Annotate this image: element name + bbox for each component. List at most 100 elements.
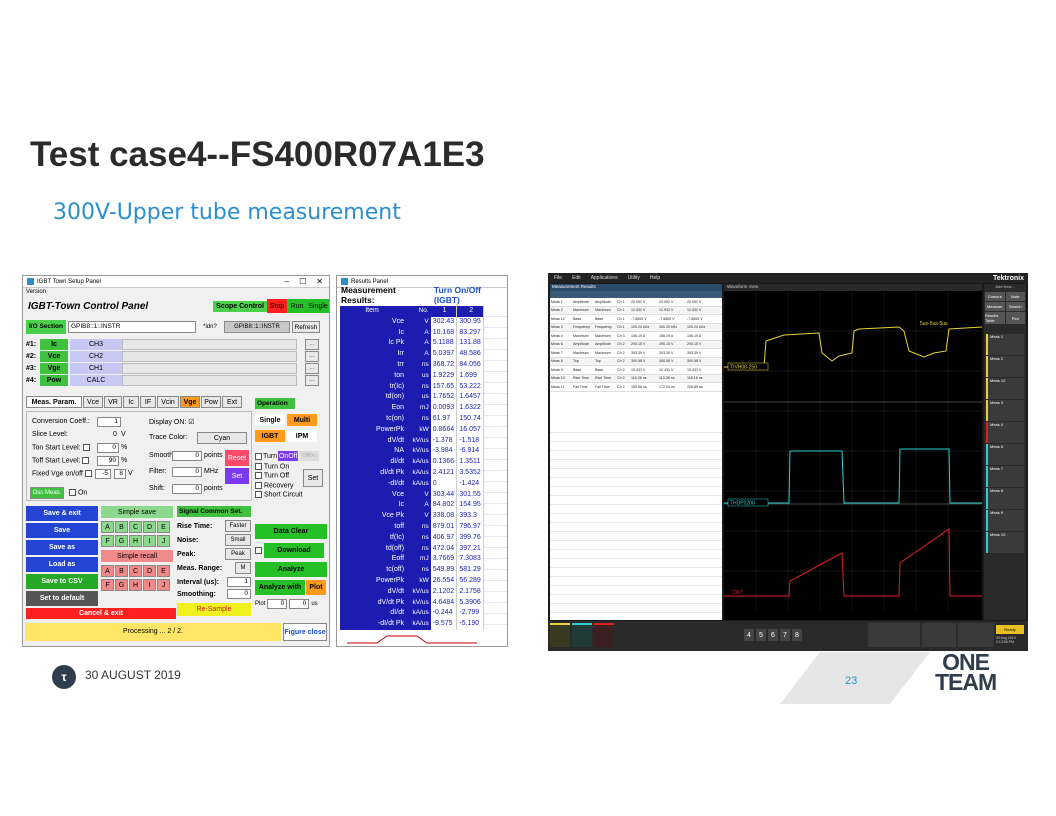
scope-meas-row[interactable]: Meas 8 Top Top Ch 2 300.58 V 300.58 V 300.58 V <box>550 357 722 366</box>
scope-meas-row[interactable]: Meas 1 Amplitude Amplitude Ch 1 20.092 V 20.0… <box>550 298 722 307</box>
filter-input[interactable]: 0 <box>172 467 202 477</box>
scope-meas-row[interactable]: Meas 3 Frequency Frequency Ch 1 100.20 kHz 10… <box>550 323 722 332</box>
tab-pow[interactable]: Pow <box>201 396 221 408</box>
save-slot-j[interactable]: J <box>157 535 170 547</box>
osc-meas-button[interactable]: Osc Meas. <box>30 487 64 499</box>
fixed-vge-input-1[interactable]: -5 <box>95 469 111 479</box>
stop-button[interactable]: Stop <box>267 299 287 313</box>
fixed-vge-checkbox[interactable] <box>84 470 92 477</box>
save-slot-g[interactable]: G <box>115 535 128 547</box>
plot-end-input[interactable]: 0 <box>289 599 310 609</box>
tab-if[interactable]: IF <box>140 396 156 408</box>
measure-button[interactable]: Measure <box>985 302 1005 311</box>
side-meas-tile[interactable]: Meas 12 <box>986 378 1024 399</box>
plot-start-input[interactable]: 0 <box>267 599 288 609</box>
channel-more-button[interactable]: ... <box>305 350 319 362</box>
offon-button[interactable]: OffOn <box>299 451 320 461</box>
run-button[interactable]: Run <box>287 299 307 313</box>
acquisition-panel[interactable] <box>958 623 994 647</box>
tab-vr[interactable]: VR <box>104 396 122 408</box>
cursors-button[interactable]: Cursors <box>985 292 1005 301</box>
peak-button[interactable]: Peak <box>225 548 251 560</box>
shift-input[interactable]: 0 <box>172 484 202 494</box>
channel-source[interactable]: CH3 <box>70 338 122 350</box>
smoothing-input[interactable]: 0 <box>227 589 251 599</box>
scope-meas-row[interactable]: Meas 10 Rise Time Rise Time Ch 2 116.28 ns 11… <box>550 374 722 383</box>
tab-vge[interactable]: Vge <box>180 396 200 408</box>
set-default-button[interactable]: Set to default <box>26 591 98 606</box>
ipm-button[interactable]: IPM <box>287 430 317 442</box>
side-meas-tile[interactable]: Meas 3 <box>986 400 1024 421</box>
turn-off-checkbox[interactable] <box>255 472 262 480</box>
scope-meas-row[interactable]: Meas 4 Maximum Maximum Ch 3 156.19 A 156.19 A… <box>550 332 722 341</box>
idn-value-button[interactable]: GPIB8::1::INSTR <box>223 321 290 333</box>
rise-time-button[interactable]: Faster <box>225 520 251 532</box>
channel-name[interactable]: Vge <box>40 362 68 374</box>
save-slot-c[interactable]: C <box>129 521 142 533</box>
download-button[interactable]: Download <box>264 543 324 558</box>
osc-on-checkbox[interactable] <box>69 489 76 496</box>
scope-meas-row[interactable]: Meas 6 Amplitude Amplitude Ch 2 290.15 V 290.… <box>550 340 722 349</box>
onoff-button[interactable]: OnOff <box>278 451 299 461</box>
close-icon[interactable]: ✕ <box>316 277 323 286</box>
ch2-badge[interactable] <box>572 623 592 647</box>
set-op-button[interactable]: Set <box>303 469 323 487</box>
side-meas-tile[interactable]: Meas 6 <box>986 444 1024 465</box>
channel-source[interactable]: CH1 <box>70 362 122 374</box>
tab-vce[interactable]: Vce <box>83 396 103 408</box>
toff-start-checkbox[interactable] <box>82 457 90 464</box>
ch1-badge[interactable] <box>550 623 570 647</box>
simple-recall-button[interactable]: Simple recall <box>101 550 173 562</box>
tab-meas-param[interactable]: Meas. Param. <box>26 396 82 408</box>
side-meas-tile[interactable]: Meas 8 <box>986 488 1024 509</box>
analyze-with-button[interactable]: Analyze with <box>255 580 305 595</box>
channel-name[interactable]: Pow <box>40 374 68 386</box>
recall-slot-b[interactable]: B <box>115 565 128 577</box>
channel-more-button[interactable]: ... <box>305 362 319 374</box>
smooth-input[interactable]: 0 <box>172 451 202 461</box>
toff-start-input[interactable]: 90 <box>97 456 119 466</box>
recall-slot-j[interactable]: J <box>157 579 170 591</box>
save-slot-h[interactable]: H <box>129 535 142 547</box>
recall-slot-a[interactable]: A <box>101 565 114 577</box>
simple-save-button[interactable]: Simple save <box>101 506 173 518</box>
tab-ext[interactable]: Ext <box>222 396 242 408</box>
menu-applications[interactable]: Applications <box>591 275 618 281</box>
cancel-exit-button[interactable]: Cancel & exit <box>26 608 176 619</box>
fixed-vge-input-2[interactable]: 8 <box>114 469 126 479</box>
save-slot-f[interactable]: F <box>101 535 114 547</box>
ch7-button[interactable]: 7 <box>780 629 790 641</box>
recall-slot-e[interactable]: E <box>157 565 170 577</box>
side-meas-tile[interactable]: Meas 9 <box>986 510 1024 531</box>
ton-start-input[interactable]: 0 <box>97 443 119 453</box>
save-as-button[interactable]: Save as <box>26 540 98 555</box>
side-meas-tile[interactable]: Meas 7 <box>986 466 1024 487</box>
igbt-button[interactable]: IGBT <box>255 430 285 442</box>
turn-onoff-checkbox[interactable] <box>255 452 262 460</box>
recall-slot-f[interactable]: F <box>101 579 114 591</box>
scope-meas-row[interactable]: Meas 11 Fall Time Fall Time Ch 2 159.56 ns 17… <box>550 383 722 392</box>
load-as-button[interactable]: Load as <box>26 557 98 572</box>
single-button[interactable]: Single <box>307 299 329 313</box>
channel-name[interactable]: Vce <box>40 350 68 362</box>
save-slot-b[interactable]: B <box>115 521 128 533</box>
multi-button[interactable]: Multi <box>287 414 317 426</box>
slice-level-value[interactable]: 0 <box>113 431 117 438</box>
channel-source[interactable]: CALC <box>70 374 122 386</box>
save-slot-a[interactable]: A <box>101 521 114 533</box>
ch8-button[interactable]: 8 <box>792 629 802 641</box>
io-address-input[interactable]: GPIB8::1::INSTR <box>67 321 196 333</box>
menu-edit[interactable]: Edit <box>572 275 581 281</box>
tab-ic[interactable]: Ic <box>123 396 139 408</box>
save-slot-d[interactable]: D <box>143 521 156 533</box>
minimize-icon[interactable]: – <box>285 277 289 286</box>
interval-input[interactable]: 1 <box>227 577 251 587</box>
save-button[interactable]: Save <box>26 523 98 538</box>
menu-utility[interactable]: Utility <box>628 275 640 281</box>
conversion-coeff-input[interactable]: 1 <box>97 417 121 427</box>
save-exit-button[interactable]: Save & exit <box>26 506 98 521</box>
ch5-button[interactable]: 5 <box>756 629 766 641</box>
side-meas-tile[interactable]: Meas 4 <box>986 422 1024 443</box>
short-circuit-checkbox[interactable] <box>255 491 262 499</box>
single-op-button[interactable]: Single <box>255 414 285 426</box>
